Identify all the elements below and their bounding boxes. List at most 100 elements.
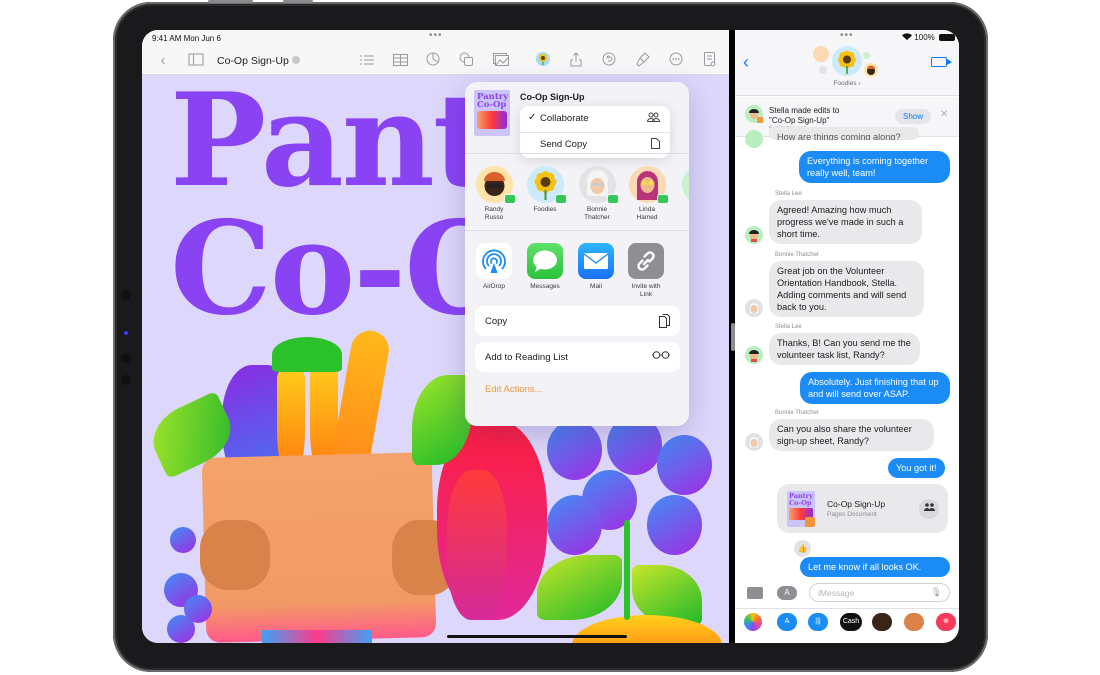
share-sheet: Pantry Co-Op Co-Op Sign-Up ✓ Collaborate…: [465, 82, 689, 426]
avatar: [475, 166, 516, 204]
action-copy[interactable]: Copy: [475, 306, 680, 336]
person-name: Bonnie Thatcher: [584, 206, 610, 221]
document-view-icon[interactable]: [701, 52, 719, 70]
section-divider: [465, 153, 689, 154]
action-add-to-reading-list[interactable]: Add to Reading List: [475, 342, 680, 372]
document-thumbnail: Pantry Co-Op: [474, 90, 510, 136]
memoji-stickers-app-icon[interactable]: [904, 613, 924, 631]
menu-item-send-copy[interactable]: Send Copy: [520, 132, 670, 158]
message-bubble-incoming: How are things coming along?: [769, 127, 919, 140]
airdrop-icon: [476, 243, 512, 279]
carrot-greens-illustration: [272, 337, 342, 372]
home-indicator[interactable]: [447, 635, 627, 638]
avatar: [526, 166, 567, 204]
app-store-button-icon[interactable]: A: [777, 586, 797, 600]
avatar: [681, 166, 689, 203]
battery-percent: 100%: [914, 33, 935, 42]
multitasking-handle[interactable]: •••: [429, 30, 443, 41]
share-app-mail[interactable]: Mail: [570, 243, 622, 291]
memoji-app-icon[interactable]: [872, 613, 892, 631]
microphone-icon[interactable]: 🎙: [931, 587, 942, 598]
message-bubble-incoming: Can you also share the volunteer sign-up…: [769, 419, 934, 451]
glasses-icon: [652, 350, 670, 362]
link-icon: [628, 243, 664, 279]
conversation-header: ••• 100% ‹ Foodies ›: [735, 30, 959, 96]
group-member-avatar: [813, 46, 829, 62]
thumbnail-title: Pantry Co-Op: [789, 492, 813, 507]
menu-item-label: Collaborate: [540, 113, 589, 124]
search-images-app-icon[interactable]: ⊕: [936, 613, 956, 631]
message-input[interactable]: iMessage 🎙: [809, 583, 950, 602]
camera-icon[interactable]: [747, 587, 763, 599]
avatar-stella: [745, 130, 763, 148]
wifi-icon: [902, 33, 914, 42]
share-person-partial[interactable]: [675, 166, 689, 203]
messages-icon: [527, 243, 563, 279]
close-icon[interactable]: ✕: [940, 109, 948, 120]
list-icon[interactable]: [358, 52, 376, 70]
grape-illustration: [170, 527, 196, 553]
action-label: Copy: [485, 316, 508, 327]
sidebar-icon[interactable]: [187, 52, 205, 70]
app-name: Mail: [590, 283, 602, 290]
avatar: [745, 105, 763, 123]
share-person-bonnie-thatcher[interactable]: Bonnie Thatcher: [572, 166, 622, 222]
menu-item-label: Send Copy: [540, 139, 588, 150]
message-bubble-incoming: Thanks, B! Can you send me the volunteer…: [769, 333, 920, 365]
sender-name: Bonnie Thatcher: [775, 252, 819, 258]
collaborator-avatar[interactable]: [534, 52, 552, 70]
group-name[interactable]: Foodies ›: [735, 80, 959, 87]
audio-message-app-icon[interactable]: |||: [808, 613, 828, 631]
table-icon[interactable]: [391, 52, 409, 70]
menu-item-collaborate[interactable]: ✓ Collaborate: [520, 106, 670, 132]
shapes-icon[interactable]: [457, 52, 475, 70]
top-button: [208, 0, 253, 3]
checkmark-icon: ✓: [528, 112, 537, 123]
attachment-title: Co-Op Sign-Up: [827, 499, 886, 509]
pepper-illustration: [447, 470, 507, 620]
show-button[interactable]: Show: [895, 109, 931, 124]
undo-icon[interactable]: [600, 52, 618, 70]
more-icon[interactable]: [667, 52, 685, 70]
group-member-avatar: [819, 66, 827, 74]
grape-illustration: [647, 495, 702, 555]
back-button[interactable]: ‹: [743, 52, 749, 73]
format-brush-icon[interactable]: [634, 52, 652, 70]
share-icon[interactable]: [567, 52, 585, 70]
document-title-menu[interactable]: Co-Op Sign-Up: [217, 55, 300, 67]
grape-illustration: [657, 435, 712, 495]
share-app-airdrop[interactable]: AirDrop: [468, 243, 520, 291]
group-avatar-foodies[interactable]: [832, 46, 862, 76]
messages-badge-icon: [656, 194, 669, 204]
shared-document-attachment[interactable]: Pantry Co-Op Co-Op Sign-Up Pages Documen…: [777, 484, 948, 533]
share-app-messages[interactable]: Messages: [519, 243, 571, 291]
share-person-randy-russo[interactable]: Randy Russo: [469, 166, 519, 222]
chart-icon[interactable]: [424, 52, 442, 70]
collaborate-people-icon[interactable]: [919, 499, 939, 519]
thumbnail-art: [477, 111, 507, 129]
pages-toolbar: ‹ Co-Op Sign-Up: [142, 48, 729, 75]
sensor-dot: [121, 290, 131, 300]
apple-cash-app-icon[interactable]: Cash: [840, 613, 862, 631]
copy-icon: [659, 314, 670, 331]
chevron-left-icon[interactable]: ‹: [154, 52, 172, 70]
share-person-linda-hamed[interactable]: Linda Hamed: [622, 166, 672, 222]
leaf-illustration: [537, 555, 622, 620]
document-title: Co-Op Sign-Up: [217, 55, 289, 67]
person-name: Linda Hamed: [636, 206, 658, 221]
message-bubble-incoming: Great job on the Volunteer Orientation H…: [769, 261, 924, 317]
share-document-title: Co-Op Sign-Up: [520, 92, 585, 102]
photos-app-icon[interactable]: [744, 613, 762, 631]
multitasking-handle[interactable]: •••: [840, 30, 854, 41]
message-bubble-incoming: Agreed! Amazing how much progress we've …: [769, 200, 922, 244]
edit-actions-link[interactable]: Edit Actions...: [485, 384, 543, 395]
share-app-invite-with-link[interactable]: Invite with Link: [620, 243, 672, 299]
grape-illustration: [547, 495, 602, 555]
app-store-app-icon[interactable]: A: [777, 613, 797, 631]
share-person-foodies[interactable]: Foodies: [520, 166, 570, 214]
attachment-thumbnail: Pantry Co-Op: [787, 491, 815, 527]
media-icon[interactable]: [492, 52, 510, 70]
video-call-icon[interactable]: [931, 57, 952, 67]
compose-bar: A iMessage 🎙: [735, 580, 959, 606]
thumbs-up-tapback-icon[interactable]: 👍: [794, 540, 811, 557]
